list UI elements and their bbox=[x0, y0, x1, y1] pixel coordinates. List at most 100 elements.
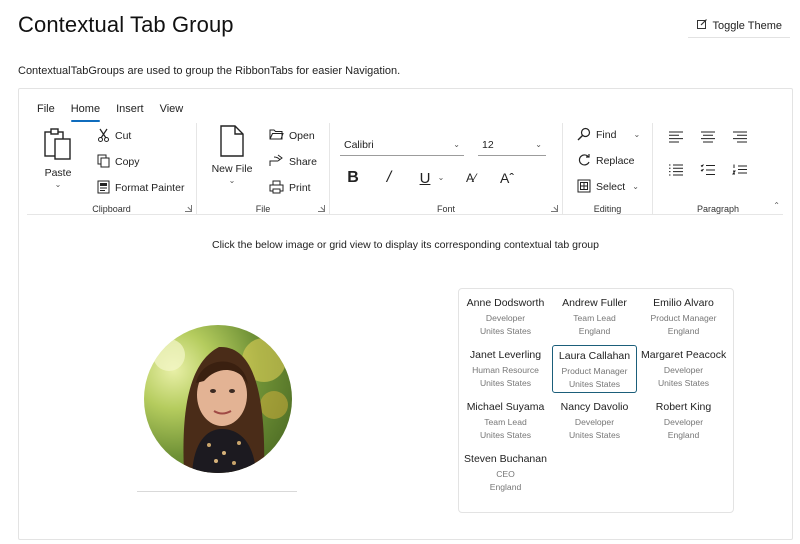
employee-name: Margaret Peacock bbox=[641, 349, 727, 361]
tab-insert[interactable]: Insert bbox=[108, 89, 152, 121]
employee-card[interactable]: Andrew Fuller Team Lead England bbox=[552, 293, 637, 341]
tab-file[interactable]: File bbox=[29, 89, 63, 121]
numbered-list-icon bbox=[732, 163, 748, 181]
new-file-label: New File bbox=[211, 163, 253, 175]
align-left-icon bbox=[668, 130, 684, 148]
italic-button[interactable]: / bbox=[378, 167, 400, 189]
employee-role: CEO bbox=[496, 469, 515, 479]
file-group-label: File bbox=[255, 204, 271, 214]
editing-group-label: Editing bbox=[593, 204, 622, 214]
document-icon bbox=[218, 125, 246, 160]
toggle-theme-button[interactable]: Toggle Theme bbox=[688, 14, 790, 38]
photo-container bbox=[137, 325, 297, 492]
employee-location: England bbox=[489, 482, 522, 492]
employee-card[interactable]: Emilio Alvaro Product Manager England bbox=[641, 293, 726, 341]
checklist-button[interactable] bbox=[697, 161, 719, 183]
employee-card[interactable]: Michael Suyama Team Lead Unites States bbox=[463, 397, 548, 445]
instruction-text: Click the below image or grid view to di… bbox=[212, 239, 599, 251]
select-label: Select bbox=[596, 181, 626, 193]
open-button[interactable]: Open bbox=[269, 127, 315, 145]
employee-location: Unites States bbox=[479, 378, 532, 388]
font-size-select[interactable]: 12 ⌄ bbox=[478, 134, 546, 156]
bullet-list-button[interactable] bbox=[665, 161, 687, 183]
bullet-list-icon bbox=[668, 163, 684, 181]
collapse-ribbon-button[interactable]: ⌃ bbox=[773, 201, 780, 210]
printer-icon bbox=[269, 180, 284, 197]
edit-icon bbox=[696, 18, 708, 33]
employee-name: Robert King bbox=[655, 401, 712, 413]
employee-role: Team Lead bbox=[484, 417, 527, 427]
select-all-icon bbox=[577, 179, 591, 196]
employee-card[interactable]: Anne Dodsworth Developer Unites States bbox=[463, 293, 548, 341]
bold-button[interactable]: B bbox=[342, 167, 364, 189]
print-label: Print bbox=[289, 182, 311, 194]
editing-group: Find ⌄ Replace Select ⌄ Editing bbox=[563, 123, 653, 215]
file-dialog-launcher[interactable] bbox=[318, 205, 325, 212]
share-label: Share bbox=[289, 156, 318, 168]
employee-role: Developer bbox=[485, 313, 526, 323]
employee-card[interactable]: Janet Leverling Human Resource Unites St… bbox=[463, 345, 548, 393]
numbered-list-button[interactable] bbox=[729, 161, 751, 183]
tab-home[interactable]: Home bbox=[63, 89, 108, 122]
share-button[interactable]: Share bbox=[269, 153, 317, 171]
underline-options-button[interactable]: ⌄ bbox=[435, 167, 447, 189]
chevron-up-icon: ⌃ bbox=[773, 201, 780, 210]
shrink-font-button[interactable]: A⁄ bbox=[460, 167, 482, 189]
select-button[interactable]: Select ⌄ bbox=[577, 178, 639, 196]
employee-grid: Anne Dodsworth Developer Unites States A… bbox=[458, 288, 734, 513]
copy-label: Copy bbox=[115, 156, 140, 168]
sample-container: File Home Insert View Paste ⌄ Cut Copy F… bbox=[18, 88, 793, 540]
employee-name: Laura Callahan bbox=[558, 350, 631, 362]
chevron-down-icon: ⌄ bbox=[228, 176, 236, 185]
tab-view[interactable]: View bbox=[152, 89, 192, 121]
toggle-theme-label: Toggle Theme bbox=[712, 19, 782, 32]
employee-role: Team Lead bbox=[573, 313, 616, 323]
font-dialog-launcher[interactable] bbox=[551, 205, 558, 212]
employee-location: England bbox=[667, 430, 700, 440]
employee-name: Steven Buchanan bbox=[464, 453, 547, 465]
chevron-down-icon: ⌄ bbox=[535, 139, 542, 149]
employee-name: Michael Suyama bbox=[466, 401, 545, 413]
employee-name: Anne Dodsworth bbox=[466, 297, 545, 309]
paragraph-group-label: Paragraph bbox=[696, 204, 740, 214]
copy-button[interactable]: Copy bbox=[97, 153, 140, 171]
print-button[interactable]: Print bbox=[269, 179, 311, 197]
employee-location: Unites States bbox=[479, 326, 532, 336]
open-label: Open bbox=[289, 130, 315, 142]
employee-location: Unites States bbox=[568, 430, 621, 440]
align-right-icon bbox=[732, 130, 748, 148]
align-left-button[interactable] bbox=[665, 128, 687, 150]
employee-card[interactable]: Nancy Davolio Developer Unites States bbox=[552, 397, 637, 445]
share-icon bbox=[269, 154, 284, 170]
new-file-button[interactable]: New File ⌄ bbox=[207, 125, 257, 185]
find-button[interactable]: Find ⌄ bbox=[577, 126, 640, 144]
employee-card-selected[interactable]: Laura Callahan Product Manager Unites St… bbox=[552, 345, 637, 393]
align-center-button[interactable] bbox=[697, 128, 719, 150]
employee-card[interactable]: Robert King Developer England bbox=[641, 397, 726, 445]
font-family-select[interactable]: Calibri ⌄ bbox=[340, 134, 464, 156]
replace-label: Replace bbox=[596, 155, 635, 167]
employee-location: Unites States bbox=[657, 378, 710, 388]
employee-role: Product Manager bbox=[561, 366, 628, 376]
clipboard-group: Paste ⌄ Cut Copy Format Painter Clipboar… bbox=[27, 123, 197, 215]
chevron-down-icon: ⌄ bbox=[633, 130, 641, 139]
search-icon bbox=[577, 127, 591, 144]
scissors-icon bbox=[97, 128, 110, 145]
employee-name: Emilio Alvaro bbox=[653, 297, 714, 309]
cut-button[interactable]: Cut bbox=[97, 127, 131, 145]
clipboard-icon bbox=[42, 127, 74, 164]
clipboard-dialog-launcher[interactable] bbox=[185, 205, 192, 212]
underline-button[interactable]: U bbox=[414, 167, 436, 189]
profile-photo[interactable] bbox=[144, 325, 292, 473]
replace-button[interactable]: Replace bbox=[577, 152, 635, 170]
grow-font-button[interactable]: Aˆ bbox=[496, 167, 518, 189]
chevron-down-icon: ⌄ bbox=[453, 139, 460, 149]
employee-card[interactable]: Steven Buchanan CEO England bbox=[463, 449, 548, 497]
font-group-label: Font bbox=[436, 204, 455, 214]
format-painter-button[interactable]: Format Painter bbox=[97, 179, 184, 197]
folder-icon bbox=[269, 128, 284, 144]
align-right-button[interactable] bbox=[729, 128, 751, 150]
employee-card[interactable]: Margaret Peacock Developer Unites States bbox=[641, 345, 726, 393]
font-group: Calibri ⌄ 12 ⌄ B / U ⌄ A⁄ Aˆ Font bbox=[330, 123, 563, 215]
paste-button[interactable]: Paste ⌄ bbox=[37, 127, 79, 189]
